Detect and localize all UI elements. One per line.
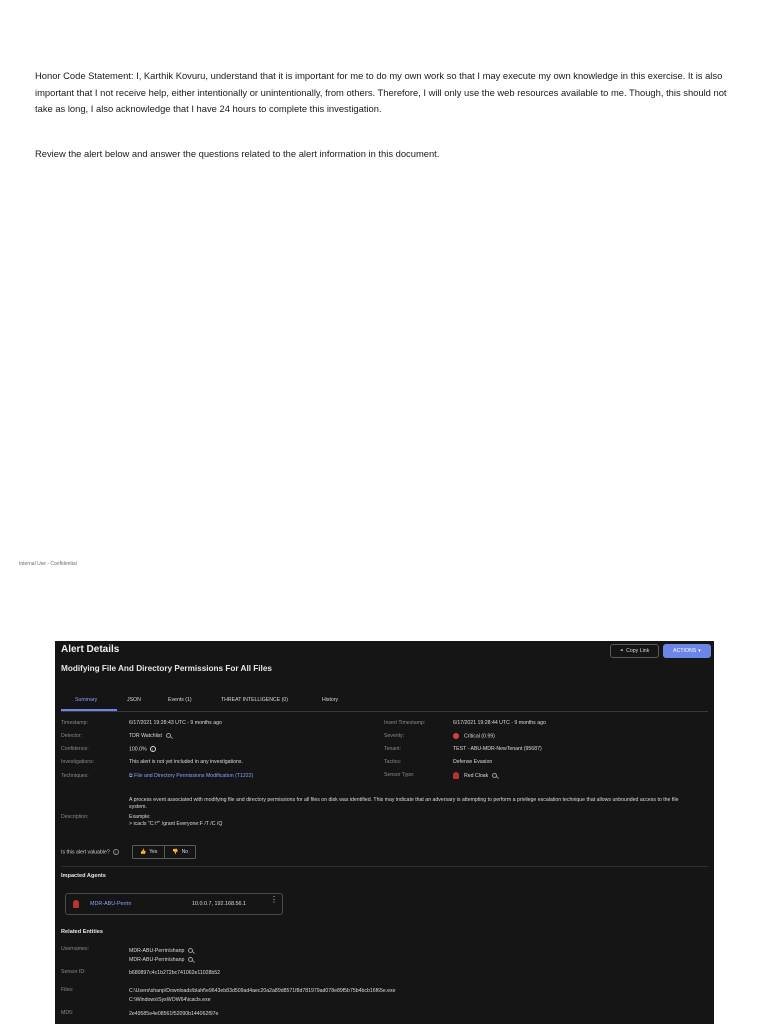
detector-value: TDR Watchlist: [129, 733, 171, 739]
tab-history[interactable]: History: [322, 697, 338, 703]
search-icon[interactable]: [188, 957, 194, 963]
review-instruction: Review the alert below and answer the qu…: [35, 148, 440, 159]
usernames-label: Usernames:: [61, 946, 89, 952]
insert-timestamp-label: Insert Timestamp:: [384, 720, 426, 726]
sensor-id-label: Sensor ID:: [61, 969, 86, 975]
tenant-value: TEST - ABU-MDR-NewTenant (95687): [453, 746, 542, 752]
copy-link-button[interactable]: ⚭ Copy Link: [610, 644, 659, 658]
actions-button[interactable]: ACTIONS ▾: [663, 644, 711, 658]
description-text: A process event associated with modifyin…: [129, 797, 679, 810]
timestamp-value: 6/17/2021 19:28:43 UTC - 9 months ago: [129, 720, 222, 726]
confidence-text: 100.0%: [129, 746, 147, 753]
red-cloak-icon: [453, 772, 459, 779]
honor-code-statement: Honor Code Statement: I, Karthik Kovuru,…: [35, 70, 727, 114]
page-footer: Internal Use - Confidential: [19, 561, 77, 567]
search-icon[interactable]: [492, 773, 498, 778]
info-icon[interactable]: i: [112, 849, 119, 855]
feedback-buttons: 👍 Yes 👎 No: [132, 845, 197, 859]
tab-events[interactable]: Events (1): [168, 697, 192, 703]
file-path: C:\Users\shanp\Downloads\blahf\e9643eb83…: [129, 988, 396, 994]
example-command: > icacls "C:\*" /grant Everyone:F /T /C …: [129, 821, 223, 827]
detector-label: Detector:: [61, 733, 83, 739]
detector-text: TDR Watchlist: [129, 733, 162, 739]
description-label: Description:: [61, 814, 89, 820]
link-icon: ⚭: [619, 648, 625, 654]
tenant-label: Tenant:: [384, 746, 402, 752]
technique-link[interactable]: ⧉ File and Directory Permissions Modific…: [129, 773, 253, 780]
username-text: MDR-ABU-Perrin\shanp: [129, 957, 185, 963]
username-item: MDR-ABU-Perrin\shanp: [129, 948, 194, 954]
yes-label: Yes: [149, 849, 158, 855]
severity-value: Critical (0.99): [453, 733, 495, 739]
agent-name-link[interactable]: MDR-ABU-Perrin: [90, 901, 131, 907]
search-icon[interactable]: [188, 948, 194, 954]
no-button[interactable]: 👎 No: [164, 846, 195, 858]
sensor-type-text: Red Cloak: [464, 772, 489, 779]
md5-value: 2e49585e4e08561f52090b144062f97e: [129, 1011, 219, 1017]
panel-header: Alert Details: [61, 644, 120, 655]
sensor-type-label: Sensor Type:: [384, 772, 415, 778]
files-label: Files:: [61, 987, 74, 993]
description-block: A process event associated with modifyin…: [129, 797, 689, 828]
technique-text: File and Directory Permissions Modificat…: [134, 773, 254, 779]
sensor-type-value: Red Cloak: [453, 772, 498, 779]
no-label: No: [181, 849, 189, 855]
impacted-agents-heading: Impacted Agents: [61, 873, 106, 879]
tab-summary[interactable]: Summary: [75, 697, 97, 703]
copy-link-label: Copy Link: [626, 648, 650, 654]
actions-label: ACTIONS: [673, 648, 697, 654]
tactics-label: Tactics:: [384, 759, 402, 765]
techniques-label: Techniques:: [61, 773, 89, 779]
username-item: MDR-ABU-Perrin\shanp: [129, 957, 194, 963]
thumbs-up-icon: 👍: [140, 849, 147, 855]
tab-threat-intelligence[interactable]: THREAT INTELLIGENCE (0): [221, 697, 288, 703]
related-entities-heading: Related Entities: [61, 929, 103, 935]
kebab-menu-icon[interactable]: ⋮: [270, 896, 278, 904]
example-label: Example:: [129, 814, 151, 820]
search-icon[interactable]: [165, 733, 171, 739]
agent-icon: [73, 900, 79, 908]
tactics-value: Defense Evasion: [453, 759, 493, 765]
valuable-label: Is this alert valuable? i: [61, 849, 119, 855]
timestamp-label: Timestamp:: [61, 720, 88, 726]
severity-text: Critical (0.99): [464, 733, 495, 740]
tab-bar: Summary JSON Events (1) THREAT INTELLIGE…: [61, 692, 708, 712]
tab-json[interactable]: JSON: [127, 697, 141, 703]
thumbs-down-icon: 👎: [172, 849, 179, 855]
md5-label: MD5:: [61, 1010, 74, 1016]
agent-card[interactable]: MDR-ABU-Perrin 10.0.0.7, 192.168.56.1 ⋮: [65, 893, 283, 915]
severity-label: Severity:: [384, 733, 405, 739]
info-icon[interactable]: i: [149, 746, 156, 752]
confidence-value: 100.0% i: [129, 746, 156, 752]
active-tab-indicator: [61, 709, 117, 711]
alert-title: Modifying File And Directory Permissions…: [61, 664, 272, 673]
investigations-value: This alert is not yet included in any in…: [129, 759, 243, 765]
sensor-id-value: b680897c4c1b272bc741062e11028b52: [129, 970, 221, 976]
section-divider: [61, 866, 708, 867]
agent-ip-addresses: 10.0.0.7, 192.168.56.1: [192, 901, 246, 907]
yes-button[interactable]: 👍 Yes: [133, 846, 164, 858]
confidence-label: Confidence:: [61, 746, 89, 752]
username-text: MDR-ABU-Perrin\shanp: [129, 948, 185, 954]
external-link-icon: ⧉: [129, 773, 133, 779]
chevron-down-icon: ▾: [698, 648, 701, 654]
investigations-label: Investigations:: [61, 759, 95, 765]
critical-severity-icon: [453, 733, 459, 739]
insert-timestamp-value: 6/17/2021 19:28:44 UTC - 9 months ago: [453, 720, 546, 726]
alert-details-panel: Alert Details Modifying File And Directo…: [55, 641, 714, 1024]
file-path: C:\Windows\SysWOW64\icacls.exe: [129, 997, 211, 1003]
valuable-text: Is this alert valuable?: [61, 849, 110, 856]
